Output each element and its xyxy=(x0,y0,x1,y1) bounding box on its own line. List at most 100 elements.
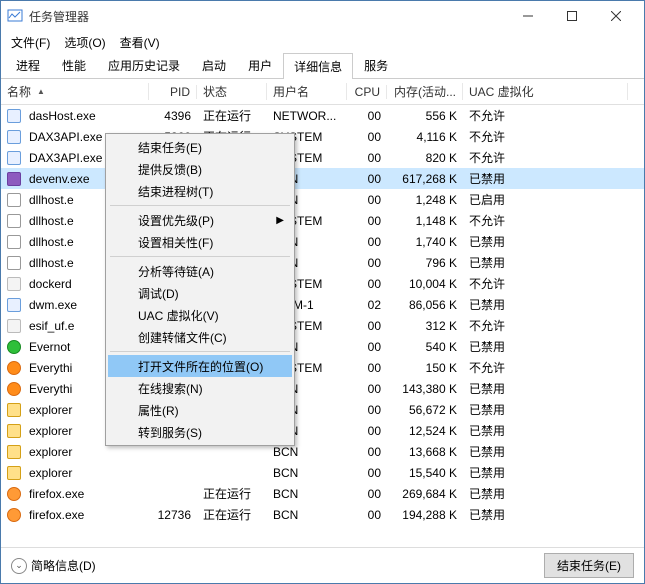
col-status[interactable]: 状态 xyxy=(197,83,267,100)
cell-user: BCN xyxy=(267,508,347,522)
process-name: firefox.exe xyxy=(29,487,84,501)
process-row[interactable]: dllhost.eBCN001,740 K已禁用 xyxy=(1,231,644,252)
cell-mem: 13,668 K xyxy=(387,445,463,459)
cell-uac: 已禁用 xyxy=(463,506,644,523)
col-mem[interactable]: 内存(活动... xyxy=(387,83,463,100)
col-pid[interactable]: PID xyxy=(149,85,197,99)
process-name: explorer xyxy=(29,403,72,417)
process-icon xyxy=(7,172,21,186)
menu-options[interactable]: 选项(O) xyxy=(58,32,111,53)
cell-status: 正在运行 xyxy=(197,107,267,124)
process-row[interactable]: EverythiSYSTEM00150 K不允许 xyxy=(1,357,644,378)
cell-mem: 269,684 K xyxy=(387,487,463,501)
fewer-details-toggle[interactable]: ⌄ 简略信息(D) xyxy=(11,557,536,574)
process-row[interactable]: firefox.exe正在运行BCN00269,684 K已禁用 xyxy=(1,483,644,504)
process-row[interactable]: dasHost.exe4396正在运行NETWOR...00556 K不允许 xyxy=(1,105,644,126)
tab-5[interactable]: 详细信息 xyxy=(283,53,353,79)
tab-1[interactable]: 性能 xyxy=(51,52,97,78)
cell-cpu: 00 xyxy=(347,445,387,459)
end-task-button[interactable]: 结束任务(E) xyxy=(544,553,634,578)
cell-uac: 已禁用 xyxy=(463,338,644,355)
process-icon xyxy=(7,382,21,396)
process-rows[interactable]: dasHost.exe4396正在运行NETWOR...00556 K不允许DA… xyxy=(1,105,644,547)
context-menu-item[interactable]: UAC 虚拟化(V) xyxy=(108,304,292,326)
process-row[interactable]: dllhost.eBCN00796 K已禁用 xyxy=(1,252,644,273)
submenu-arrow-icon: ▶ xyxy=(276,215,284,226)
process-row[interactable]: explorerBCN0013,668 K已禁用 xyxy=(1,441,644,462)
context-menu-item[interactable]: 属性(R) xyxy=(108,399,292,421)
cell-mem: 56,672 K xyxy=(387,403,463,417)
cell-uac: 不允许 xyxy=(463,317,644,334)
maximize-button[interactable] xyxy=(550,2,594,30)
process-row[interactable]: dllhost.eSYSTEM001,148 K不允许 xyxy=(1,210,644,231)
menu-file[interactable]: 文件(F) xyxy=(5,32,56,53)
col-user[interactable]: 用户名 xyxy=(267,83,347,100)
tab-3[interactable]: 启动 xyxy=(191,52,237,78)
process-row[interactable]: EvernotBCN00540 K已禁用 xyxy=(1,336,644,357)
cell-cpu: 00 xyxy=(347,130,387,144)
process-row[interactable]: dllhost.eBCN001,248 K已启用 xyxy=(1,189,644,210)
process-row[interactable]: dwm.exeDWM-10286,056 K已禁用 xyxy=(1,294,644,315)
process-icon xyxy=(7,277,21,291)
process-icon xyxy=(7,109,21,123)
cell-uac: 已禁用 xyxy=(463,296,644,313)
cell-pid: 12736 xyxy=(149,508,197,522)
cell-cpu: 00 xyxy=(347,235,387,249)
context-menu-item[interactable]: 打开文件所在的位置(O) xyxy=(108,355,292,377)
context-menu-item[interactable]: 在线搜索(N) xyxy=(108,377,292,399)
context-menu-item[interactable]: 提供反馈(B) xyxy=(108,158,292,180)
context-menu-item[interactable]: 分析等待链(A) xyxy=(108,260,292,282)
cell-user: NETWOR... xyxy=(267,109,347,123)
process-row[interactable]: DAX3API.exe5360正在运行SYSTEM004,116 K不允许 xyxy=(1,126,644,147)
cell-mem: 796 K xyxy=(387,256,463,270)
context-menu-item[interactable]: 结束进程树(T) xyxy=(108,180,292,202)
col-cpu[interactable]: CPU xyxy=(347,85,387,99)
cell-status: 正在运行 xyxy=(197,506,267,523)
process-row[interactable]: dockerdSYSTEM0010,004 K不允许 xyxy=(1,273,644,294)
process-name: dockerd xyxy=(29,277,72,291)
minimize-button[interactable] xyxy=(506,2,550,30)
process-icon xyxy=(7,445,21,459)
cell-mem: 12,524 K xyxy=(387,424,463,438)
col-uac[interactable]: UAC 虚拟化 xyxy=(463,83,628,100)
context-menu-item[interactable]: 创建转储文件(C) xyxy=(108,326,292,348)
context-menu-item[interactable]: 设置相关性(F) xyxy=(108,231,292,253)
context-menu-item[interactable]: 调试(D) xyxy=(108,282,292,304)
process-icon xyxy=(7,151,21,165)
cell-mem: 10,004 K xyxy=(387,277,463,291)
process-name: DAX3API.exe xyxy=(29,151,102,165)
process-name: Evernot xyxy=(29,340,70,354)
process-row[interactable]: explorerBCN0012,524 K已禁用 xyxy=(1,420,644,441)
cell-mem: 194,288 K xyxy=(387,508,463,522)
process-name: Everythi xyxy=(29,382,72,396)
footer: ⌄ 简略信息(D) 结束任务(E) xyxy=(1,547,644,583)
process-row[interactable]: DAX3API.exe7912正在运行SYSTEM00820 K不允许 xyxy=(1,147,644,168)
sort-asc-icon: ▲ xyxy=(37,87,45,96)
tab-4[interactable]: 用户 xyxy=(237,52,283,78)
process-row[interactable]: explorerBCN0056,672 K已禁用 xyxy=(1,399,644,420)
process-row[interactable]: explorerBCN0015,540 K已禁用 xyxy=(1,462,644,483)
menu-view[interactable]: 查看(V) xyxy=(114,32,166,53)
process-name: explorer xyxy=(29,466,72,480)
process-name: dllhost.e xyxy=(29,214,74,228)
process-row[interactable]: firefox.exe12736正在运行BCN00194,288 K已禁用 xyxy=(1,504,644,525)
close-button[interactable] xyxy=(594,2,638,30)
process-row[interactable]: EverythiBCN00143,380 K已禁用 xyxy=(1,378,644,399)
cell-user: BCN xyxy=(267,445,347,459)
cell-uac: 已禁用 xyxy=(463,464,644,481)
process-row[interactable]: esif_uf.eSYSTEM00312 K不允许 xyxy=(1,315,644,336)
cell-cpu: 00 xyxy=(347,403,387,417)
process-icon xyxy=(7,235,21,249)
process-name: esif_uf.e xyxy=(29,319,74,333)
process-row[interactable]: devenv.exe13160正在运行BCN00617,268 K已禁用 xyxy=(1,168,644,189)
tab-2[interactable]: 应用历史记录 xyxy=(97,52,191,78)
context-menu-item[interactable]: 设置优先级(P)▶ xyxy=(108,209,292,231)
cell-cpu: 00 xyxy=(347,424,387,438)
tab-6[interactable]: 服务 xyxy=(353,52,399,78)
context-menu-item[interactable]: 结束任务(E) xyxy=(108,136,292,158)
cell-mem: 312 K xyxy=(387,319,463,333)
cell-user: BCN xyxy=(267,466,347,480)
col-name[interactable]: 名称▲ xyxy=(1,83,149,100)
context-menu-item[interactable]: 转到服务(S) xyxy=(108,421,292,443)
tab-0[interactable]: 进程 xyxy=(5,52,51,78)
